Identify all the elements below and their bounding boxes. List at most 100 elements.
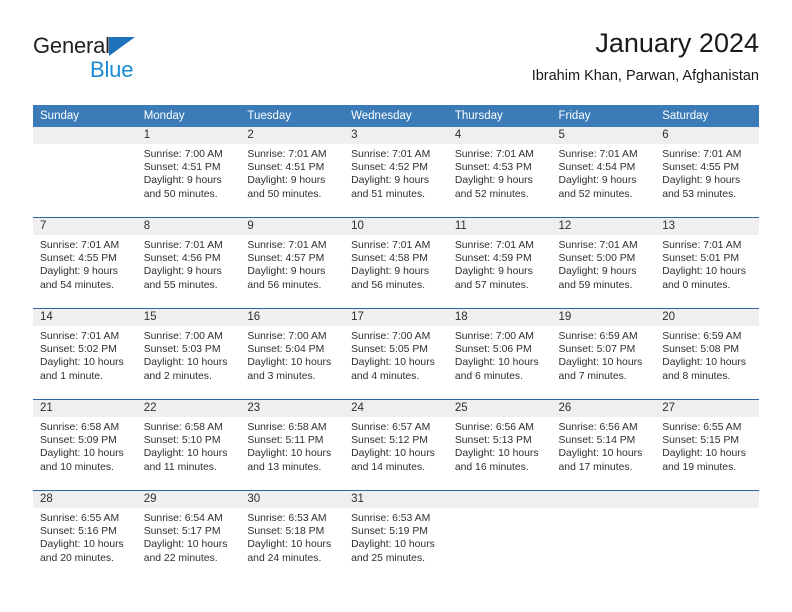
sunrise-text: Sunrise: 6:53 AM	[247, 513, 327, 524]
day-cell-1[interactable]: 1 Sunrise: 7:00 AM Sunset: 4:51 PM Daylight…	[136, 127, 241, 217]
day-cell-15[interactable]: 15 Sunrise: 7:00 AM Sunset: 5:03 PM Dayligh…	[136, 309, 241, 399]
sunrise-text: Sunrise: 6:59 AM	[662, 331, 742, 342]
daylight-text-line2: and 3 minutes.	[247, 370, 316, 382]
calendar-week-row: 14 Sunrise: 7:01 AM Sunset: 5:02 PM Dayligh…	[33, 308, 759, 400]
day-cell-18[interactable]: 18 Sunrise: 7:00 AM Sunset: 5:06 PM Dayligh…	[447, 309, 552, 399]
day-number: 8	[136, 218, 241, 235]
day-cell-14[interactable]: 14 Sunrise: 7:01 AM Sunset: 5:02 PM Dayligh…	[33, 309, 137, 399]
day-number	[33, 127, 137, 144]
sunrise-text: Sunrise: 6:55 AM	[40, 513, 120, 524]
day-number: 12	[551, 218, 656, 235]
day-cell-16[interactable]: 16 Sunrise: 7:00 AM Sunset: 5:04 PM Dayligh…	[240, 309, 345, 399]
day-details: Sunrise: 7:01 AM Sunset: 4:55 PM Daylight:…	[33, 235, 137, 292]
day-cell-5[interactable]: 5 Sunrise: 7:01 AM Sunset: 4:54 PM Daylight…	[551, 127, 656, 217]
daylight-text-line2: and 53 minutes.	[662, 188, 737, 200]
general-blue-logo[interactable]: General Blue	[33, 34, 233, 90]
day-number: 13	[655, 218, 759, 235]
day-cell-6[interactable]: 6 Sunrise: 7:01 AM Sunset: 4:55 PM Daylight…	[655, 127, 759, 217]
day-cell-3[interactable]: 3 Sunrise: 7:01 AM Sunset: 4:52 PM Daylight…	[344, 127, 448, 217]
sunrise-text: Sunrise: 7:00 AM	[247, 331, 327, 342]
day-cell-9[interactable]: 9 Sunrise: 7:01 AM Sunset: 4:57 PM Daylight…	[240, 218, 345, 308]
day-cell-13[interactable]: 13 Sunrise: 7:01 AM Sunset: 5:01 PM Dayligh…	[655, 218, 759, 308]
calendar-cell: 17 Sunrise: 7:00 AM Sunset: 5:05 PM Dayligh…	[344, 308, 448, 400]
day-cell-21[interactable]: 21 Sunrise: 6:58 AM Sunset: 5:09 PM Dayligh…	[33, 400, 137, 490]
daylight-text-line2: and 19 minutes.	[662, 461, 737, 473]
day-number: 18	[447, 309, 552, 326]
sunset-text: Sunset: 5:12 PM	[351, 435, 428, 447]
calendar-cell: 30 Sunrise: 6:53 AM Sunset: 5:18 PM Dayligh…	[240, 490, 345, 581]
day-cell-4[interactable]: 4 Sunrise: 7:01 AM Sunset: 4:53 PM Daylight…	[447, 127, 552, 217]
day-cell-12[interactable]: 12 Sunrise: 7:01 AM Sunset: 5:00 PM Dayligh…	[551, 218, 656, 308]
day-number: 4	[447, 127, 552, 144]
day-number: 3	[344, 127, 448, 144]
sunset-text: Sunset: 5:13 PM	[454, 435, 532, 447]
day-details: Sunrise: 7:00 AM Sunset: 5:05 PM Daylight:…	[344, 326, 448, 383]
day-cell-29[interactable]: 29 Sunrise: 6:54 AM Sunset: 5:17 PM Dayligh…	[136, 491, 241, 581]
day-number: 30	[240, 491, 345, 508]
day-details: Sunrise: 6:58 AM Sunset: 5:10 PM Daylight:…	[137, 417, 241, 474]
daylight-text-line1: Daylight: 10 hours	[662, 357, 746, 369]
sunrise-text: Sunrise: 7:01 AM	[40, 331, 120, 342]
day-cell-17[interactable]: 17 Sunrise: 7:00 AM Sunset: 5:05 PM Dayligh…	[344, 309, 448, 399]
daylight-text-line2: and 0 minutes.	[662, 279, 731, 291]
weekday-header-saturday: Saturday	[655, 105, 759, 127]
day-details: Sunrise: 7:01 AM Sunset: 5:02 PM Daylight:…	[33, 326, 137, 383]
day-cell-26[interactable]: 26 Sunrise: 6:56 AM Sunset: 5:14 PM Dayligh…	[551, 400, 656, 490]
day-cell-22[interactable]: 22 Sunrise: 6:58 AM Sunset: 5:10 PM Dayligh…	[136, 400, 241, 490]
calendar-week-row: 1 Sunrise: 7:00 AM Sunset: 4:51 PM Daylight…	[33, 127, 759, 218]
daylight-text-line2: and 52 minutes.	[558, 188, 633, 200]
sunset-text: Sunset: 5:00 PM	[558, 253, 636, 265]
day-details: Sunrise: 6:59 AM Sunset: 5:08 PM Daylight:…	[655, 326, 759, 383]
day-cell-27[interactable]: 27 Sunrise: 6:55 AM Sunset: 5:15 PM Dayligh…	[655, 400, 759, 490]
daylight-text-line1: Daylight: 10 hours	[247, 448, 332, 460]
day-details: Sunrise: 7:00 AM Sunset: 5:04 PM Daylight:…	[240, 326, 344, 383]
weekday-header-monday: Monday	[136, 105, 241, 127]
daylight-text-line1: Daylight: 10 hours	[40, 448, 124, 460]
day-cell-30[interactable]: 30 Sunrise: 6:53 AM Sunset: 5:18 PM Dayligh…	[240, 491, 345, 581]
calendar-week-row: 28 Sunrise: 6:55 AM Sunset: 5:16 PM Dayligh…	[33, 490, 759, 581]
day-number: 17	[344, 309, 448, 326]
daylight-text-line1: Daylight: 9 hours	[247, 266, 326, 278]
day-cell-empty	[655, 491, 759, 581]
sunrise-text: Sunrise: 6:58 AM	[143, 422, 223, 433]
sunrise-text: Sunrise: 7:01 AM	[558, 240, 638, 251]
day-cell-19[interactable]: 19 Sunrise: 6:59 AM Sunset: 5:07 PM Dayligh…	[551, 309, 656, 399]
day-cell-2[interactable]: 2 Sunrise: 7:01 AM Sunset: 4:51 PM Daylight…	[240, 127, 345, 217]
day-number: 14	[33, 309, 137, 326]
daylight-text-line1: Daylight: 10 hours	[247, 357, 332, 369]
sunset-text: Sunset: 5:05 PM	[351, 344, 428, 356]
daylight-text-line2: and 57 minutes.	[454, 279, 529, 291]
daylight-text-line1: Daylight: 9 hours	[351, 266, 430, 278]
calendar-cell: 18 Sunrise: 7:00 AM Sunset: 5:06 PM Dayligh…	[447, 308, 552, 400]
calendar-cell: 6 Sunrise: 7:01 AM Sunset: 4:55 PM Daylight…	[655, 127, 759, 218]
day-cell-7[interactable]: 7 Sunrise: 7:01 AM Sunset: 4:55 PM Daylight…	[33, 218, 137, 308]
day-cell-31[interactable]: 31 Sunrise: 6:53 AM Sunset: 5:19 PM Dayligh…	[344, 491, 448, 581]
daylight-text-line1: Daylight: 10 hours	[558, 448, 643, 460]
sunrise-text: Sunrise: 6:54 AM	[143, 513, 223, 524]
day-cell-28[interactable]: 28 Sunrise: 6:55 AM Sunset: 5:16 PM Dayligh…	[33, 491, 137, 581]
daylight-text-line2: and 2 minutes.	[143, 370, 212, 382]
daylight-text-line1: Daylight: 10 hours	[351, 539, 435, 551]
day-cell-25[interactable]: 25 Sunrise: 6:56 AM Sunset: 5:13 PM Dayligh…	[447, 400, 552, 490]
daylight-text-line1: Daylight: 10 hours	[662, 448, 746, 460]
day-cell-11[interactable]: 11 Sunrise: 7:01 AM Sunset: 4:59 PM Dayligh…	[447, 218, 552, 308]
day-number: 26	[551, 400, 656, 417]
day-cell-10[interactable]: 10 Sunrise: 7:01 AM Sunset: 4:58 PM Dayligh…	[344, 218, 448, 308]
calendar-cell: 13 Sunrise: 7:01 AM Sunset: 5:01 PM Dayligh…	[655, 217, 759, 309]
sunrise-text: Sunrise: 6:57 AM	[351, 422, 431, 433]
day-cell-23[interactable]: 23 Sunrise: 6:58 AM Sunset: 5:11 PM Dayligh…	[240, 400, 345, 490]
sunrise-text: Sunrise: 7:01 AM	[40, 240, 120, 251]
day-details: Sunrise: 6:58 AM Sunset: 5:11 PM Daylight:…	[240, 417, 344, 474]
daylight-text-line2: and 6 minutes.	[454, 370, 523, 382]
day-details: Sunrise: 7:01 AM Sunset: 4:55 PM Daylight:…	[655, 144, 759, 201]
daylight-text-line1: Daylight: 9 hours	[454, 266, 533, 278]
day-cell-24[interactable]: 24 Sunrise: 6:57 AM Sunset: 5:12 PM Dayligh…	[344, 400, 448, 490]
day-number: 22	[136, 400, 241, 417]
day-cell-20[interactable]: 20 Sunrise: 6:59 AM Sunset: 5:08 PM Dayligh…	[655, 309, 759, 399]
day-cell-8[interactable]: 8 Sunrise: 7:01 AM Sunset: 4:56 PM Daylight…	[136, 218, 241, 308]
sunset-text: Sunset: 4:59 PM	[454, 253, 532, 265]
day-details: Sunrise: 6:54 AM Sunset: 5:17 PM Daylight:…	[137, 508, 241, 565]
sunset-text: Sunset: 4:55 PM	[40, 253, 117, 265]
calendar-cell: 20 Sunrise: 6:59 AM Sunset: 5:08 PM Dayligh…	[655, 308, 759, 400]
triangle-icon	[109, 37, 135, 56]
